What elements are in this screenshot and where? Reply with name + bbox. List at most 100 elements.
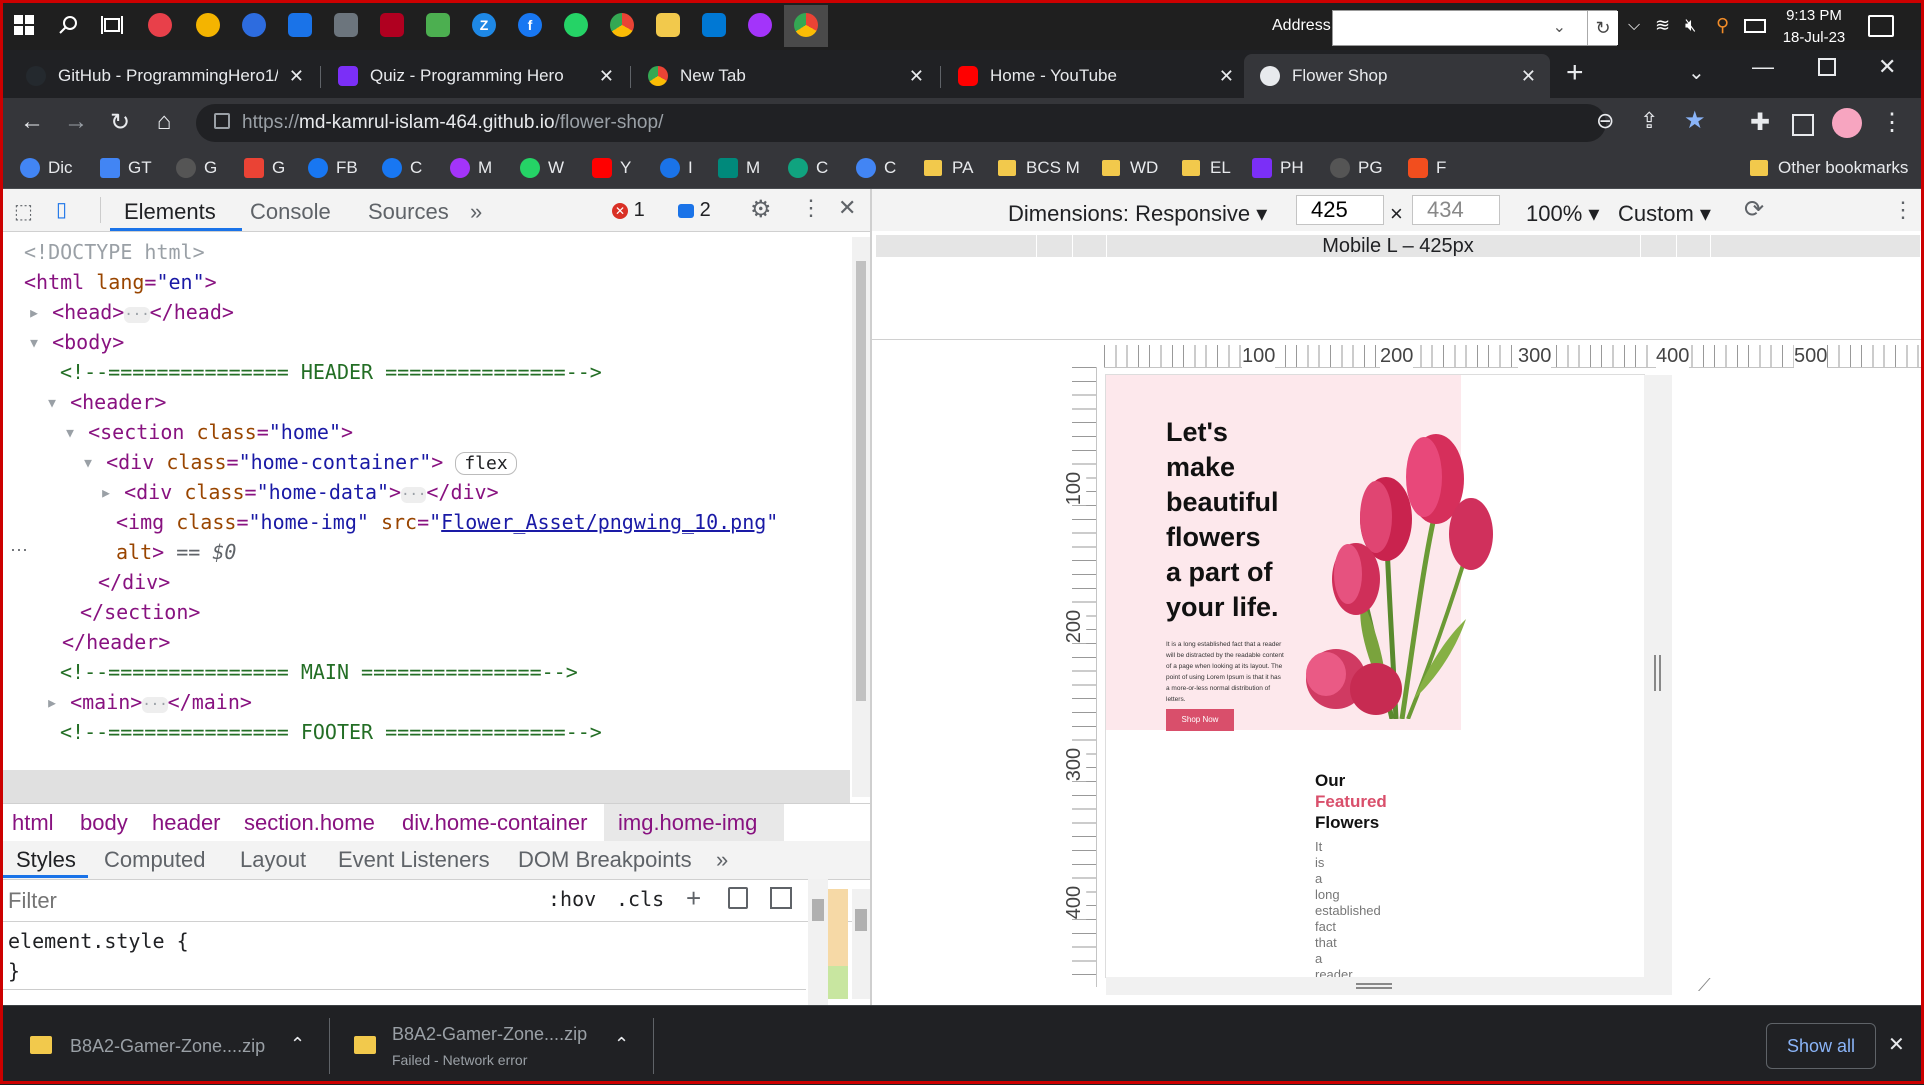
- close-icon[interactable]: ✕: [599, 66, 614, 87]
- bottom-resize-gutter[interactable]: [1106, 977, 1644, 995]
- emulated-viewport[interactable]: Let's make beautiful flowers a part of y…: [1106, 375, 1644, 977]
- more-tabs-icon[interactable]: »: [716, 847, 728, 873]
- breadcrumb-item[interactable]: div.home-container: [402, 810, 587, 836]
- dimensions-select[interactable]: Dimensions: Responsive ▾: [1008, 201, 1267, 227]
- bookmark-item[interactable]: G: [176, 156, 217, 180]
- more-tabs-icon[interactable]: »: [470, 199, 482, 225]
- address-bar[interactable]: https://md-kamrul-islam-464.github.io/fl…: [196, 104, 1706, 142]
- breadcrumb-item[interactable]: html: [12, 810, 54, 836]
- code-line[interactable]: ▸ <head>···</head>: [28, 297, 234, 327]
- code-line[interactable]: <!DOCTYPE html>: [24, 237, 205, 267]
- code-line[interactable]: </section>: [80, 597, 200, 627]
- bookmark-item[interactable]: PG: [1330, 156, 1383, 180]
- code-line[interactable]: ▾ <body>: [28, 327, 124, 357]
- bookmark-star-icon[interactable]: ★: [1684, 106, 1706, 135]
- scrollbar-thumb[interactable]: [812, 899, 824, 921]
- code-comment[interactable]: <!--=============== MAIN ===============…: [60, 657, 578, 687]
- code-line[interactable]: <html lang="en">: [24, 267, 217, 297]
- other-bookmarks[interactable]: Other bookmarks: [1750, 156, 1908, 180]
- code-line[interactable]: </header>: [62, 627, 170, 657]
- address-input[interactable]: ⌄: [1332, 10, 1617, 46]
- chevron-down-icon[interactable]: ⌄: [1553, 17, 1566, 37]
- bookmark-folder[interactable]: PA: [924, 156, 973, 180]
- notifications-icon[interactable]: [1868, 15, 1894, 37]
- whatsapp-icon[interactable]: [564, 13, 588, 37]
- resize-handle-icon[interactable]: [1356, 987, 1392, 989]
- tab-event-listeners[interactable]: Event Listeners: [338, 847, 490, 873]
- bookmark-item[interactable]: G: [244, 156, 285, 180]
- corner-resize-icon[interactable]: ⟋: [1698, 975, 1711, 996]
- task-view-icon[interactable]: [100, 13, 124, 37]
- code-line-selected[interactable]: <img class="home-img" src="Flower_Asset/…: [116, 507, 778, 537]
- bookmark-item[interactable]: C: [382, 156, 422, 180]
- resize-gutter[interactable]: [1644, 375, 1672, 995]
- bookmark-item[interactable]: C: [856, 156, 896, 180]
- code-comment[interactable]: <!--=============== HEADER =============…: [60, 357, 602, 387]
- chevron-up-icon[interactable]: ⌃: [290, 1034, 305, 1055]
- extensions-icon[interactable]: ✚: [1742, 108, 1778, 137]
- menu-icon[interactable]: ⋮: [1874, 108, 1910, 137]
- sidebar-toggle-icon[interactable]: [770, 887, 792, 909]
- tab-new-tab[interactable]: New Tab ✕: [632, 54, 938, 98]
- new-tab-button[interactable]: +: [1566, 56, 1584, 90]
- download-item[interactable]: B8A2-Gamer-Zone....zip Failed - Network …: [330, 1006, 656, 1085]
- bookmark-item[interactable]: C: [788, 156, 828, 180]
- more-options-icon[interactable]: ⋮: [800, 195, 822, 221]
- tab-computed[interactable]: Computed: [104, 847, 206, 873]
- resize-handle-icon[interactable]: [1659, 655, 1661, 691]
- code-line[interactable]: ▾ <section class="home">: [64, 417, 353, 447]
- bookmark-item[interactable]: PH: [1252, 156, 1304, 180]
- messenger-icon[interactable]: [748, 13, 772, 37]
- tab-youtube[interactable]: Home - YouTube ✕: [942, 54, 1248, 98]
- bookmark-item[interactable]: I: [660, 156, 693, 180]
- height-input[interactable]: [1412, 195, 1500, 225]
- lock-icon[interactable]: [214, 113, 230, 129]
- rotate-icon[interactable]: ⟳: [1744, 195, 1764, 224]
- scrollbar[interactable]: [808, 879, 828, 1005]
- facebook-icon[interactable]: f: [518, 13, 542, 37]
- bookmark-item[interactable]: Y: [592, 156, 631, 180]
- shop-now-button[interactable]: Shop Now: [1166, 709, 1234, 731]
- bookmark-folder[interactable]: WD: [1102, 156, 1158, 180]
- notepad-icon[interactable]: [426, 13, 450, 37]
- search-icon[interactable]: [56, 13, 80, 37]
- paint-icon[interactable]: [728, 887, 748, 909]
- bookmark-item[interactable]: F: [1408, 156, 1446, 180]
- more-options-icon[interactable]: ⋮: [1892, 197, 1914, 223]
- avatar[interactable]: [1832, 108, 1862, 138]
- minimize-icon[interactable]: —: [1752, 54, 1774, 80]
- tab-sources[interactable]: Sources: [368, 199, 449, 225]
- reload-icon[interactable]: ↻: [102, 108, 138, 137]
- tab-styles[interactable]: Styles: [16, 847, 76, 873]
- key-icon[interactable]: ⚲: [1716, 15, 1729, 36]
- resize-handle-icon[interactable]: [1654, 655, 1656, 691]
- device-toggle-icon[interactable]: ▯: [56, 197, 67, 222]
- tab-flower-shop[interactable]: Flower Shop ✕: [1244, 54, 1550, 98]
- code-line[interactable]: ▸ <main>···</main>: [46, 687, 252, 717]
- side-panel-icon[interactable]: [1792, 114, 1814, 136]
- code-line[interactable]: ▾ <header>: [46, 387, 166, 417]
- bookmark-folder[interactable]: EL: [1182, 156, 1231, 180]
- tab-console[interactable]: Console: [250, 199, 331, 225]
- breadcrumb-item[interactable]: header: [152, 810, 221, 836]
- tab-search-icon[interactable]: ⌄: [1688, 60, 1705, 85]
- scrollbar-thumb[interactable]: [855, 909, 867, 931]
- app-icon[interactable]: [148, 13, 172, 37]
- cls-button[interactable]: .cls: [616, 887, 664, 911]
- code-line-selected[interactable]: alt> == $0: [116, 537, 236, 567]
- breadcrumb-item[interactable]: body: [80, 810, 128, 836]
- app-icon[interactable]: [196, 13, 220, 37]
- bookmark-item[interactable]: M: [718, 156, 760, 180]
- share-icon[interactable]: ⇪: [1640, 108, 1658, 134]
- show-all-button[interactable]: Show all: [1766, 1023, 1876, 1069]
- tab-elements[interactable]: Elements: [124, 199, 216, 225]
- zoom-icon[interactable]: ⊖: [1596, 108, 1614, 134]
- close-icon[interactable]: ✕: [289, 66, 304, 87]
- code-line[interactable]: ▸ <div class="home-data">···</div>: [100, 477, 499, 507]
- chevron-up-icon[interactable]: ⌃: [614, 1034, 629, 1055]
- restore-icon[interactable]: [1818, 58, 1836, 76]
- volume-muted-icon[interactable]: 🔇︎: [1685, 15, 1696, 36]
- breadcrumb-item-active[interactable]: img.home-img: [618, 810, 757, 836]
- scrollbar-thumb[interactable]: [856, 261, 866, 701]
- gear-icon[interactable]: ⚙: [750, 195, 772, 224]
